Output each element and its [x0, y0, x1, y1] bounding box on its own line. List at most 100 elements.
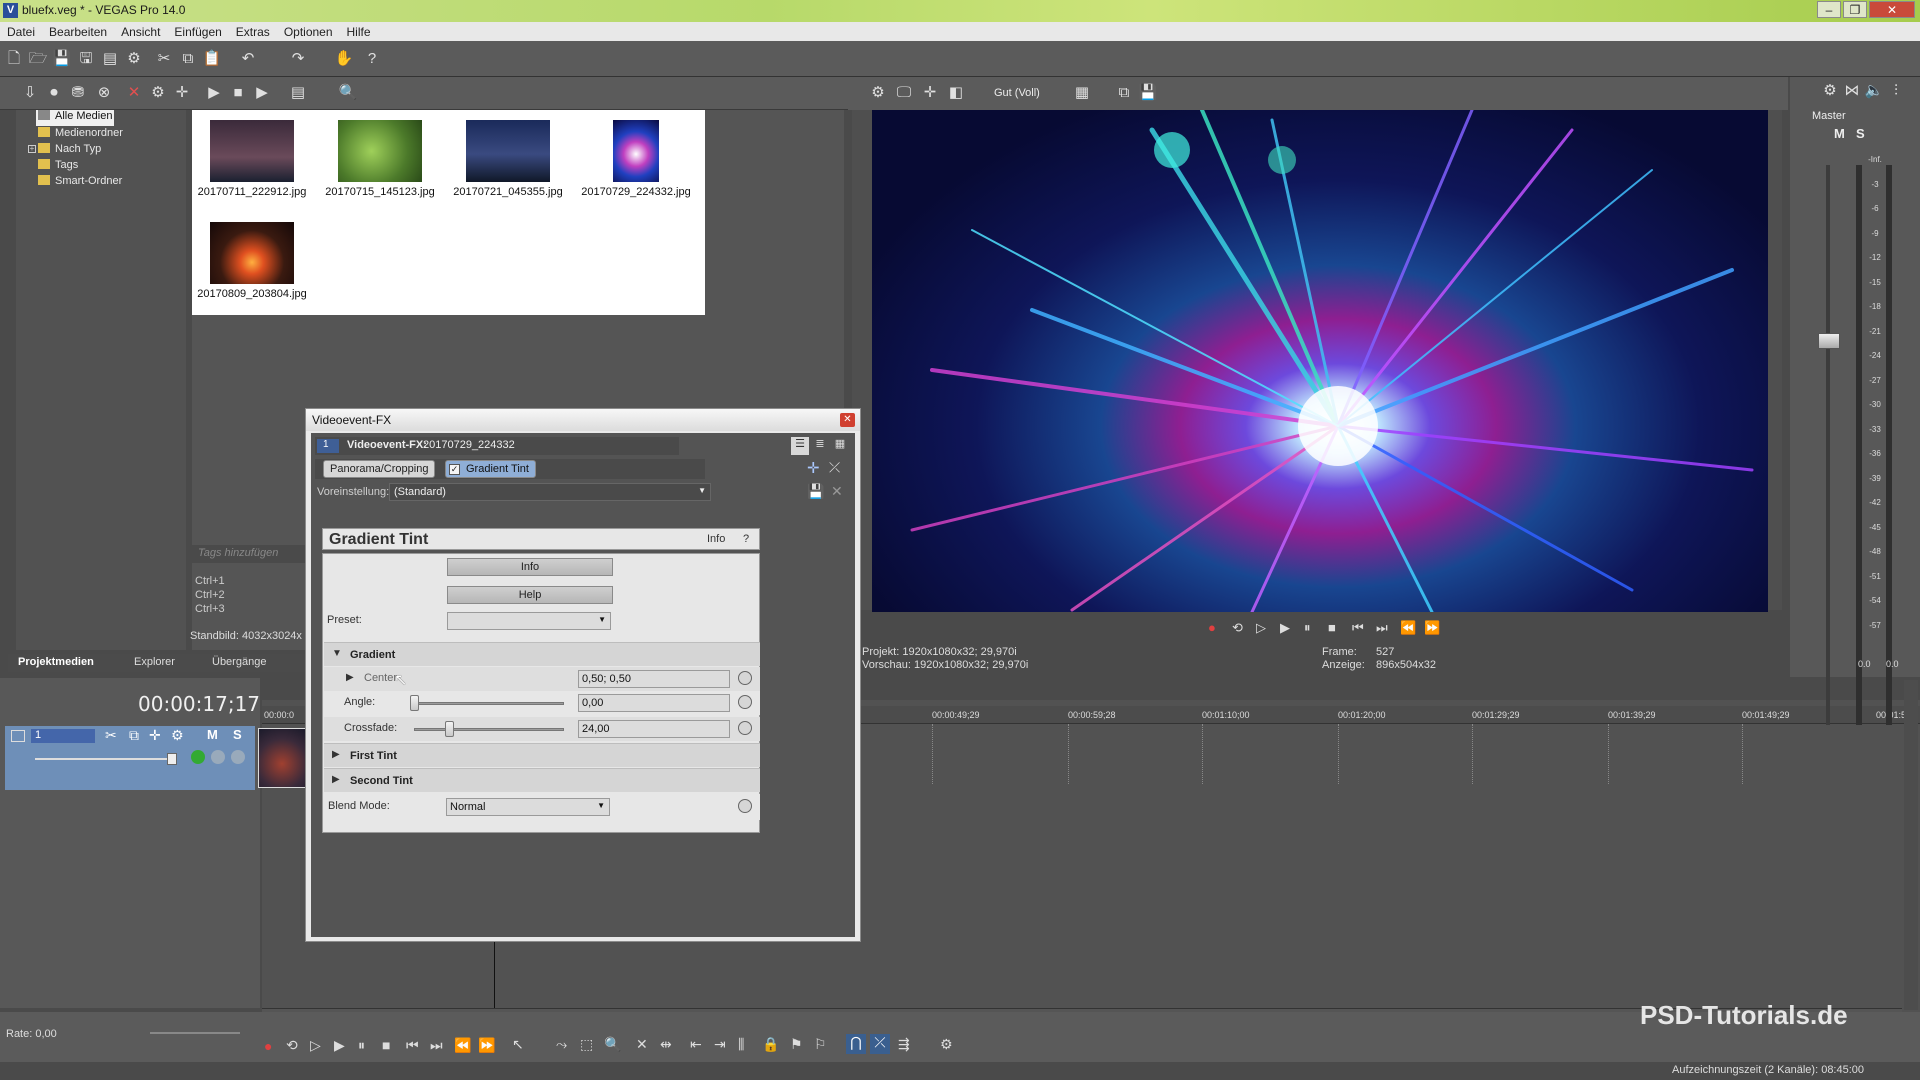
track-minimize-icon[interactable] — [11, 730, 25, 742]
dialog-close-icon[interactable]: ✕ — [840, 413, 855, 427]
tags-input[interactable]: Tags hinzufügen — [192, 545, 312, 563]
auto-crossfade-icon[interactable]: ⤫ — [870, 1034, 890, 1054]
master-solo-button[interactable]: S — [1856, 126, 1865, 141]
new-file-icon[interactable]: 🗋 — [4, 49, 24, 69]
stop-icon[interactable]: ■ — [228, 83, 248, 103]
help-button[interactable]: Help — [447, 586, 613, 604]
menu-datei[interactable]: Datei — [0, 22, 42, 39]
next-frame-icon[interactable]: ⏩ — [478, 1037, 495, 1054]
play-icon[interactable]: ▶ — [1280, 620, 1290, 636]
animate-clock-icon[interactable] — [738, 695, 752, 709]
plugin-panorama-cropping[interactable]: Panorama/Cropping — [323, 460, 436, 478]
save-icon[interactable]: 💾 — [52, 49, 72, 69]
zoom-tool-icon[interactable]: 🔍 — [604, 1036, 621, 1053]
tree-item-tags[interactable]: Tags — [38, 159, 78, 175]
undo-icon[interactable]: ↶ — [238, 49, 258, 69]
mixer-icon[interactable]: ⫶ — [1886, 81, 1906, 101]
media-fx-icon[interactable]: ✛ — [172, 83, 192, 103]
get-media-icon[interactable]: ⛃ — [68, 83, 88, 103]
view-details-icon[interactable]: ≣ — [811, 437, 829, 455]
angle-field[interactable]: 0,00 — [578, 694, 730, 712]
help-icon[interactable]: ? — [743, 533, 749, 545]
video-fx-icon[interactable]: ✛ — [920, 83, 940, 103]
section-gradient[interactable]: ▼ Gradient — [324, 642, 760, 666]
save-snapshot-icon[interactable]: 💾 — [1138, 83, 1158, 103]
preview-quality-select[interactable]: Gut (Voll) — [994, 87, 1040, 99]
center-field[interactable]: 0,50; 0,50 — [578, 670, 730, 688]
crossfade-field[interactable]: 24,00 — [578, 720, 730, 738]
import-media-icon[interactable]: ⇩ — [20, 83, 40, 103]
mute-button[interactable]: M — [207, 727, 218, 742]
timeline-v-scrollbar[interactable] — [1904, 680, 1918, 1010]
auto-ripple-icon[interactable]: ⇶ — [898, 1036, 910, 1053]
record-icon[interactable]: ● — [1208, 620, 1216, 635]
selection-tool-icon[interactable]: ⬚ — [580, 1036, 593, 1053]
media-thumb-4[interactable]: 20170729_224332.jpg — [576, 114, 696, 209]
expand-icon[interactable]: + — [28, 145, 36, 153]
auto-preview-icon[interactable]: ▶ — [252, 83, 272, 103]
timeline-clip[interactable] — [258, 728, 306, 788]
loop-icon[interactable]: ⟲ — [1232, 620, 1243, 636]
menu-einfuegen[interactable]: Einfügen — [167, 22, 228, 39]
normal-edit-tool-icon[interactable]: ↖ — [512, 1036, 524, 1053]
next-frame-icon[interactable]: ⏩ — [1424, 620, 1440, 636]
redo-icon[interactable]: ↷ — [288, 49, 308, 69]
tab-explorer[interactable]: Explorer — [134, 656, 175, 668]
delete-icon[interactable]: ✕ — [124, 83, 144, 103]
master-properties-icon[interactable]: ⚙ — [1820, 81, 1840, 101]
tab-uebergaenge[interactable]: Übergänge — [212, 656, 266, 668]
composite-mode-icon[interactable] — [191, 750, 205, 764]
compositing-parent-icon[interactable] — [231, 750, 245, 764]
preview-properties-icon[interactable]: ⚙ — [868, 83, 888, 103]
envelope-tool-icon[interactable]: ⤳ — [556, 1036, 567, 1053]
previous-frame-icon[interactable]: ⏪ — [454, 1037, 471, 1054]
rate-slider[interactable] — [150, 1032, 240, 1034]
views-icon[interactable]: ▤ — [288, 83, 308, 103]
view-list-icon[interactable]: ☰ — [791, 437, 809, 455]
overlays-grid-icon[interactable]: ▦ — [1072, 83, 1092, 103]
split-screen-icon[interactable]: ◧ — [946, 83, 966, 103]
compositing-child-icon[interactable] — [211, 750, 225, 764]
section-second-tint[interactable]: ▶ Second Tint — [324, 768, 760, 792]
stop-icon[interactable]: ■ — [1328, 620, 1336, 635]
save-as-icon[interactable]: 🖫 — [76, 49, 96, 69]
media-thumb-1[interactable]: 20170711_222912.jpg — [192, 114, 312, 209]
animate-clock-icon[interactable] — [738, 671, 752, 685]
section-first-tint[interactable]: ▶ First Tint — [324, 743, 760, 767]
region-icon[interactable]: ⚐ — [814, 1036, 827, 1053]
plugin-enabled-checkbox[interactable]: ✓ — [449, 464, 460, 475]
fx-preset-select[interactable]: ▼ — [447, 612, 611, 630]
menu-optionen[interactable]: Optionen — [277, 22, 340, 39]
menu-extras[interactable]: Extras — [229, 22, 277, 39]
tree-item-nach-typ[interactable]: Nach Typ — [38, 143, 101, 159]
tree-item-medienordner[interactable]: Medienordner — [38, 127, 123, 143]
remove-plugin-icon[interactable]: ⤫ — [829, 459, 840, 476]
save-preset-icon[interactable]: 💾 — [807, 483, 824, 500]
render-icon[interactable]: ▤ — [100, 49, 120, 69]
track-level-slider[interactable] — [35, 758, 175, 760]
pause-icon[interactable]: ⏸ — [358, 1037, 365, 1054]
tree-item-smart-ordner[interactable]: Smart-Ordner — [38, 175, 122, 191]
preset-select[interactable]: (Standard) ▼ — [389, 483, 711, 501]
tree-item-alle-medien[interactable]: Alle Medien — [36, 110, 115, 126]
lock-envelopes-icon[interactable]: ⚙ — [940, 1036, 953, 1053]
master-fx-icon[interactable]: ⋈ — [1842, 81, 1862, 101]
animate-clock-icon[interactable] — [738, 799, 752, 813]
remove-media-icon[interactable]: ⊗ — [94, 83, 114, 103]
help-icon[interactable]: ? — [362, 49, 382, 69]
maximize-icon[interactable]: ❐ — [1843, 1, 1867, 18]
crossfade-slider-thumb[interactable] — [445, 721, 454, 737]
go-to-end-icon[interactable]: ⏭ — [1376, 620, 1388, 636]
previous-frame-icon[interactable]: ⏪ — [1400, 620, 1416, 636]
solo-button[interactable]: S — [233, 727, 242, 742]
video-track-header[interactable]: 1 ✂ ⧉ ✛ ⚙ M S — [5, 726, 255, 790]
minimize-icon[interactable]: – — [1817, 1, 1841, 18]
enable-snapping-icon[interactable]: ✋ — [334, 49, 354, 69]
info-button[interactable]: Info — [447, 558, 613, 576]
play-from-start-icon[interactable]: ▷ — [1256, 620, 1266, 636]
delete-preset-icon[interactable]: ✕ — [831, 483, 843, 500]
compositing-icon[interactable]: ⧉ — [129, 727, 139, 744]
capture-icon[interactable]: ⏺ — [44, 83, 64, 103]
trim-end-icon[interactable]: ⇥ — [714, 1036, 726, 1053]
master-fader-thumb[interactable] — [1818, 333, 1840, 349]
